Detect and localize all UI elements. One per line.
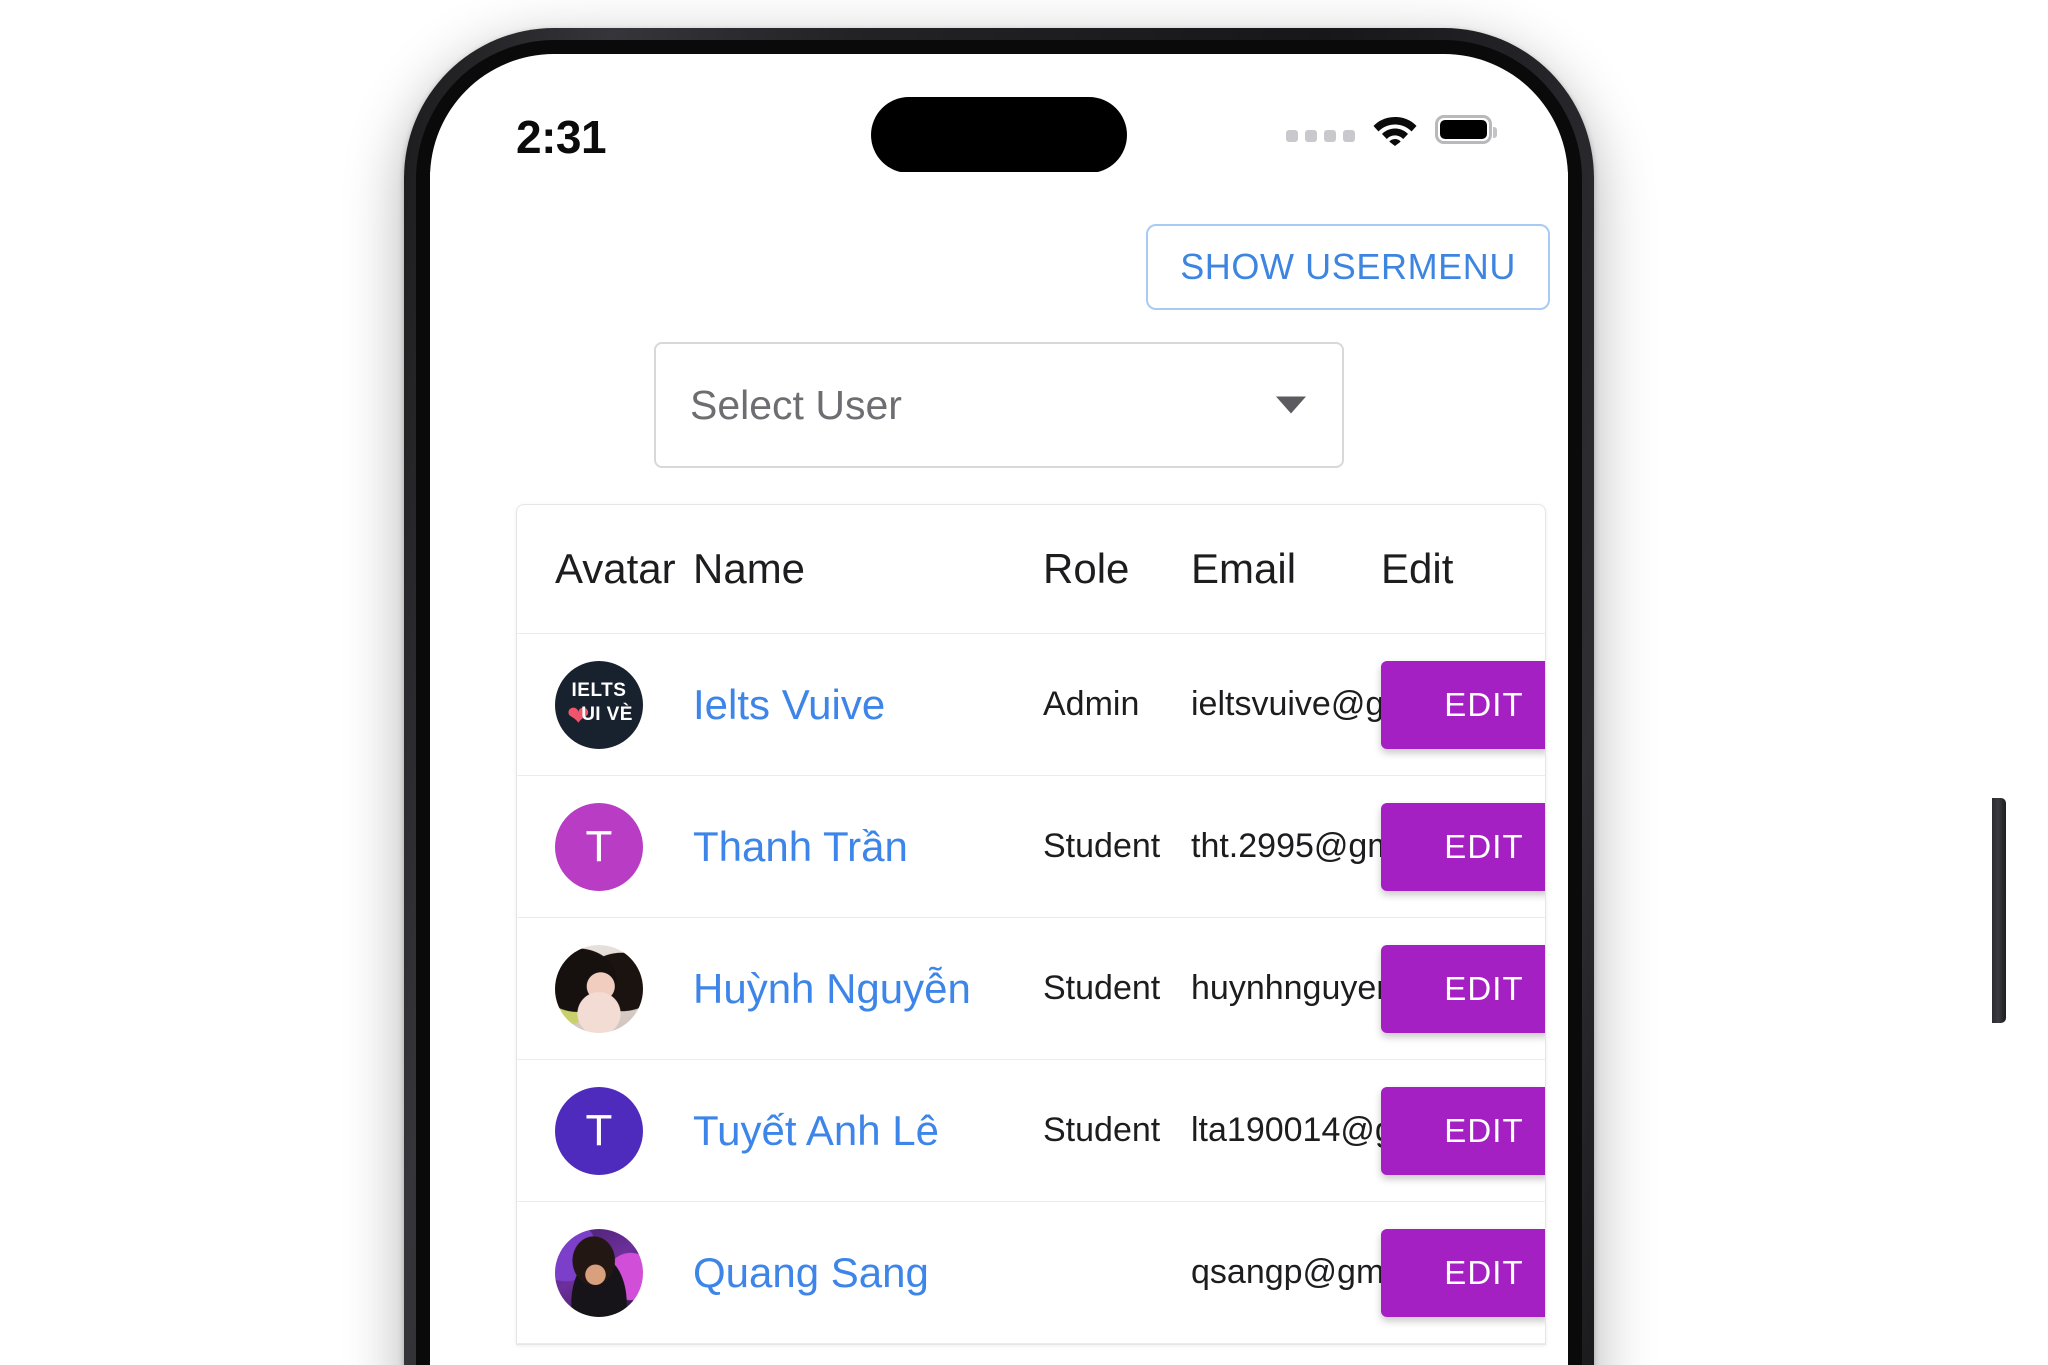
table-cell-edit: EDIT xyxy=(1381,660,1545,749)
avatar xyxy=(555,1228,643,1317)
power-button[interactable] xyxy=(1992,798,2006,1023)
table-cell-avatar: T xyxy=(533,802,693,891)
table-cell-edit: EDIT xyxy=(1381,802,1545,891)
table-cell-edit: EDIT xyxy=(1381,1086,1545,1175)
table-cell-email: tht.2995@gma xyxy=(1191,827,1381,865)
status-bar: 2:31 xyxy=(430,54,1568,173)
battery-icon xyxy=(1435,114,1497,144)
user-select-wrapper: Select User xyxy=(654,342,1344,468)
table-cell-name: Thanh Trần xyxy=(693,823,1043,871)
edit-button[interactable]: EDIT xyxy=(1381,802,1545,891)
table-cell-email: ieltsvuive@gm xyxy=(1191,685,1381,723)
table-cell-name: Quang Sang xyxy=(693,1249,1043,1297)
table-cell-email: huynhnguyen5 xyxy=(1191,969,1381,1007)
table-cell-avatar: IELTS ❤ UI VÈ xyxy=(533,660,693,749)
edit-button[interactable]: EDIT xyxy=(1381,1086,1545,1175)
edit-button[interactable]: EDIT xyxy=(1381,660,1545,749)
table-row[interactable]: T Tuyết Anh Lê Student lta190014@gr xyxy=(517,1060,1545,1202)
table-cell-role: Student xyxy=(1043,827,1161,865)
phone-device-frame: 2:31 SHOW USERMENU Select User Avatar Na… xyxy=(404,28,2006,1365)
table-cell-name: Tuyết Anh Lê xyxy=(693,1107,1043,1155)
phone-screen: 2:31 SHOW USERMENU Select User Avatar Na… xyxy=(430,54,1568,1365)
user-name-link[interactable]: Thanh Trần xyxy=(693,823,908,870)
table-cell-email: qsangp@gma xyxy=(1191,1253,1381,1291)
user-name-link[interactable]: Ielts Vuive xyxy=(693,681,885,728)
table-cell-edit: EDIT xyxy=(1381,944,1545,1033)
status-bar-indicators xyxy=(1286,112,1497,146)
table-header-cell-edit: Edit xyxy=(1381,545,1454,592)
wifi-icon xyxy=(1373,117,1417,146)
avatar: IELTS ❤ UI VÈ xyxy=(555,660,643,749)
users-table: : Avatar Name Role Email xyxy=(516,504,1546,1345)
user-select-placeholder: Select User xyxy=(690,381,902,428)
table-cell-avatar xyxy=(533,944,693,1033)
table-header-cell-ghost: : xyxy=(517,545,533,593)
table-header-row: : Avatar Name Role Email xyxy=(517,505,1545,634)
show-usermenu-button[interactable]: SHOW USERMENU xyxy=(1146,224,1550,310)
table-header-cell-email: Email xyxy=(1191,545,1297,592)
avatar xyxy=(555,944,643,1033)
avatar: T xyxy=(555,1086,643,1175)
status-bar-time: 2:31 xyxy=(516,111,607,163)
table-cell-edit: EDIT xyxy=(1381,1228,1545,1317)
table-header-cell-name: Name xyxy=(693,545,806,592)
table-cell-avatar xyxy=(533,1228,693,1317)
screenshot-root: 2:31 SHOW USERMENU Select User Avatar Na… xyxy=(0,0,2048,1365)
table-cell-role: Admin xyxy=(1043,685,1140,723)
signal-dots-icon xyxy=(1286,116,1355,142)
avatar: T xyxy=(555,802,643,891)
edit-button[interactable]: EDIT xyxy=(1381,944,1545,1033)
user-name-link[interactable]: Quang Sang xyxy=(693,1249,929,1296)
table-header-cell-avatar: Avatar xyxy=(555,545,676,592)
dynamic-island xyxy=(871,97,1127,173)
table-cell-avatar: T xyxy=(533,1086,693,1175)
table-cell-name: Huỳnh Nguyễn xyxy=(693,965,1043,1013)
user-name-link[interactable]: Tuyết Anh Lê xyxy=(693,1107,939,1154)
table-row[interactable]: Quang Sang qsangp@gma EDIT xyxy=(517,1202,1545,1344)
table-row[interactable]: IELTS ❤ UI VÈ Ielts Vuive Admin ieltsvui… xyxy=(517,634,1545,776)
user-select[interactable]: Select User xyxy=(654,342,1344,468)
table-cell-email: lta190014@gr xyxy=(1191,1111,1381,1149)
table-row[interactable]: T Thanh Trần Student tht.2995@gma xyxy=(517,776,1545,918)
table-cell-name: Ielts Vuive xyxy=(693,681,1043,729)
table-cell-role: Student xyxy=(1043,1111,1161,1149)
table-row[interactable]: Huỳnh Nguyễn Student huynhnguyen5 EDIT xyxy=(517,918,1545,1060)
app-content: SHOW USERMENU Select User : xyxy=(430,172,1568,1365)
edit-button[interactable]: EDIT xyxy=(1381,1228,1545,1317)
table-cell-role: Student xyxy=(1043,969,1161,1007)
usermenu-toolbar: SHOW USERMENU xyxy=(1146,224,1550,310)
table-header-cell-role: Role xyxy=(1043,545,1130,592)
chevron-down-icon xyxy=(1276,396,1306,414)
user-name-link[interactable]: Huỳnh Nguyễn xyxy=(693,965,971,1012)
